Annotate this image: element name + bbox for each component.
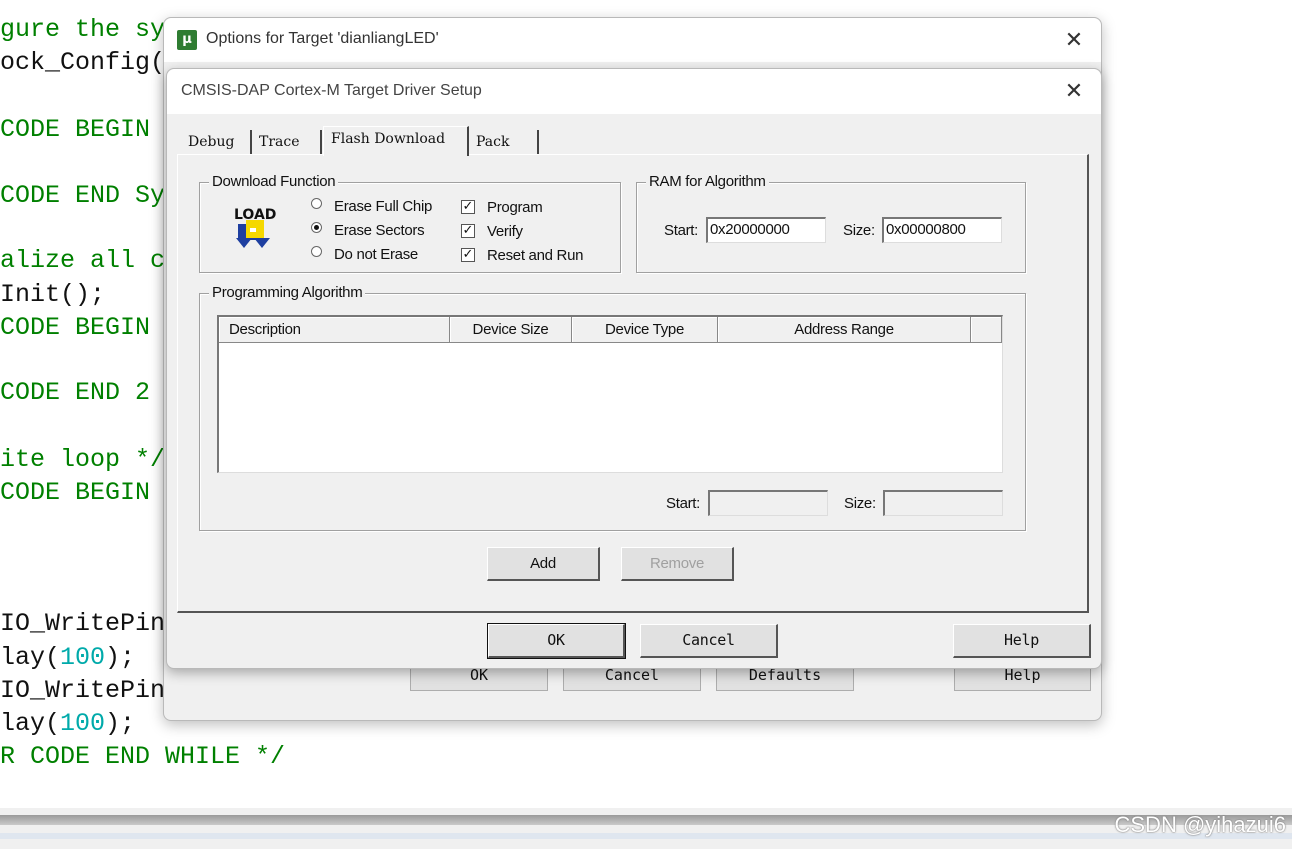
code-token: CODE END Sy: [0, 181, 166, 210]
dialog-title: CMSIS-DAP Cortex-M Target Driver Setup: [181, 82, 482, 99]
code-line: lay(100);: [0, 643, 135, 672]
reset-and-run-label[interactable]: Reset and Run: [487, 247, 583, 264]
column-header-address-range[interactable]: Address Range: [718, 317, 971, 343]
column-header-spacer: [971, 317, 1002, 343]
code-line: CODE END Sy: [0, 181, 165, 210]
code-line: CODE BEGIN: [0, 115, 165, 144]
code-line: CODE END 2: [0, 378, 165, 407]
dialog-title: Options for Target 'dianliangLED': [206, 30, 439, 47]
inner-ok-button[interactable]: OK: [487, 623, 626, 659]
algo-start-input[interactable]: [708, 490, 828, 516]
code-token: 100: [60, 643, 106, 672]
erase-full-chip-label[interactable]: Erase Full Chip: [334, 198, 432, 215]
column-header-device-type[interactable]: Device Type: [572, 317, 718, 343]
code-token: IO_WritePin: [0, 676, 166, 705]
code-line: gure the sy: [0, 15, 165, 44]
do-not-erase-radio[interactable]: [311, 246, 322, 257]
code-line: Init();: [0, 280, 105, 309]
close-icon[interactable]: ✕: [1059, 26, 1089, 56]
status-strip: [0, 808, 1292, 849]
code-token: alize all c: [0, 246, 166, 275]
code-line: R CODE END WHILE */: [0, 742, 285, 771]
column-header-description[interactable]: Description: [219, 317, 450, 343]
code-line: ite loop */: [0, 445, 165, 474]
dialog-titlebar: CMSIS-DAP Cortex-M Target Driver Setup ✕: [167, 69, 1101, 114]
tab-flash-download[interactable]: Flash Download: [323, 126, 469, 156]
code-token: IO_WritePin: [0, 609, 166, 638]
code-token: lay(: [0, 709, 61, 738]
group-legend: Download Function: [209, 173, 339, 190]
keil-uvision-icon: µ: [177, 30, 197, 50]
load-icon: LOAD: [234, 207, 276, 248]
watermark: CSDN @yihazui6: [1114, 812, 1287, 837]
code-token: Init();: [0, 280, 106, 309]
tab-pack[interactable]: Pack: [469, 130, 539, 154]
remove-button[interactable]: Remove: [621, 547, 734, 581]
algorithm-table[interactable]: Description Device Size Device Type Addr…: [217, 315, 1003, 473]
code-token: R CODE END WHILE */: [0, 742, 286, 771]
erase-sectors-label[interactable]: Erase Sectors: [334, 222, 425, 239]
algo-size-label: Size:: [844, 495, 876, 512]
ram-start-label: Start:: [664, 222, 699, 239]
algo-size-input[interactable]: [883, 490, 1003, 516]
algo-start-label: Start:: [666, 495, 701, 512]
erase-full-chip-radio[interactable]: [311, 198, 322, 209]
group-legend: Programming Algorithm: [209, 284, 366, 301]
inner-help-button[interactable]: Help: [953, 624, 1091, 658]
code-line: alize all c: [0, 246, 165, 275]
program-checkbox[interactable]: ✓: [461, 200, 475, 214]
erase-sectors-radio[interactable]: [311, 222, 322, 233]
code-line: IO_WritePin: [0, 676, 165, 705]
code-token: CODE BEGIN: [0, 115, 166, 144]
column-header-device-size[interactable]: Device Size: [450, 317, 572, 343]
status-bar: [0, 833, 1292, 839]
code-token: 100: [60, 709, 106, 738]
program-label[interactable]: Program: [487, 199, 543, 216]
code-token: CODE END 2: [0, 378, 166, 407]
code-line: IO_WritePin: [0, 609, 165, 638]
dialog-titlebar: µ Options for Target 'dianliangLED' ✕: [164, 18, 1101, 62]
code-line: lay(100);: [0, 709, 135, 738]
do-not-erase-label[interactable]: Do not Erase: [334, 246, 418, 263]
verify-label[interactable]: Verify: [487, 223, 523, 240]
code-token: CODE BEGIN: [0, 313, 166, 342]
code-token: ite loop */: [0, 445, 166, 474]
ram-size-input[interactable]: 0x00000800: [882, 217, 1002, 243]
verify-checkbox[interactable]: ✓: [461, 224, 475, 238]
code-token: );: [105, 709, 136, 738]
close-icon[interactable]: ✕: [1059, 77, 1089, 107]
code-token: );: [105, 643, 136, 672]
code-line: CODE BEGIN: [0, 478, 165, 507]
tab-trace[interactable]: Trace: [252, 130, 322, 154]
inner-cancel-button[interactable]: Cancel: [640, 624, 778, 658]
add-button[interactable]: Add: [487, 547, 600, 581]
ram-size-label: Size:: [843, 222, 875, 239]
group-legend: RAM for Algorithm: [646, 173, 769, 190]
code-token: lay(: [0, 643, 61, 672]
code-token: gure the sy: [0, 15, 166, 44]
code-line: CODE BEGIN: [0, 313, 165, 342]
horizontal-scrollbar[interactable]: [0, 815, 1292, 825]
code-token: CODE BEGIN: [0, 478, 166, 507]
code-line: ock_Config(: [0, 48, 165, 77]
tab-debug[interactable]: Debug: [181, 130, 252, 154]
ram-start-input[interactable]: 0x20000000: [706, 217, 826, 243]
code-token: ock_Config(: [0, 48, 166, 77]
reset-and-run-checkbox[interactable]: ✓: [461, 248, 475, 262]
